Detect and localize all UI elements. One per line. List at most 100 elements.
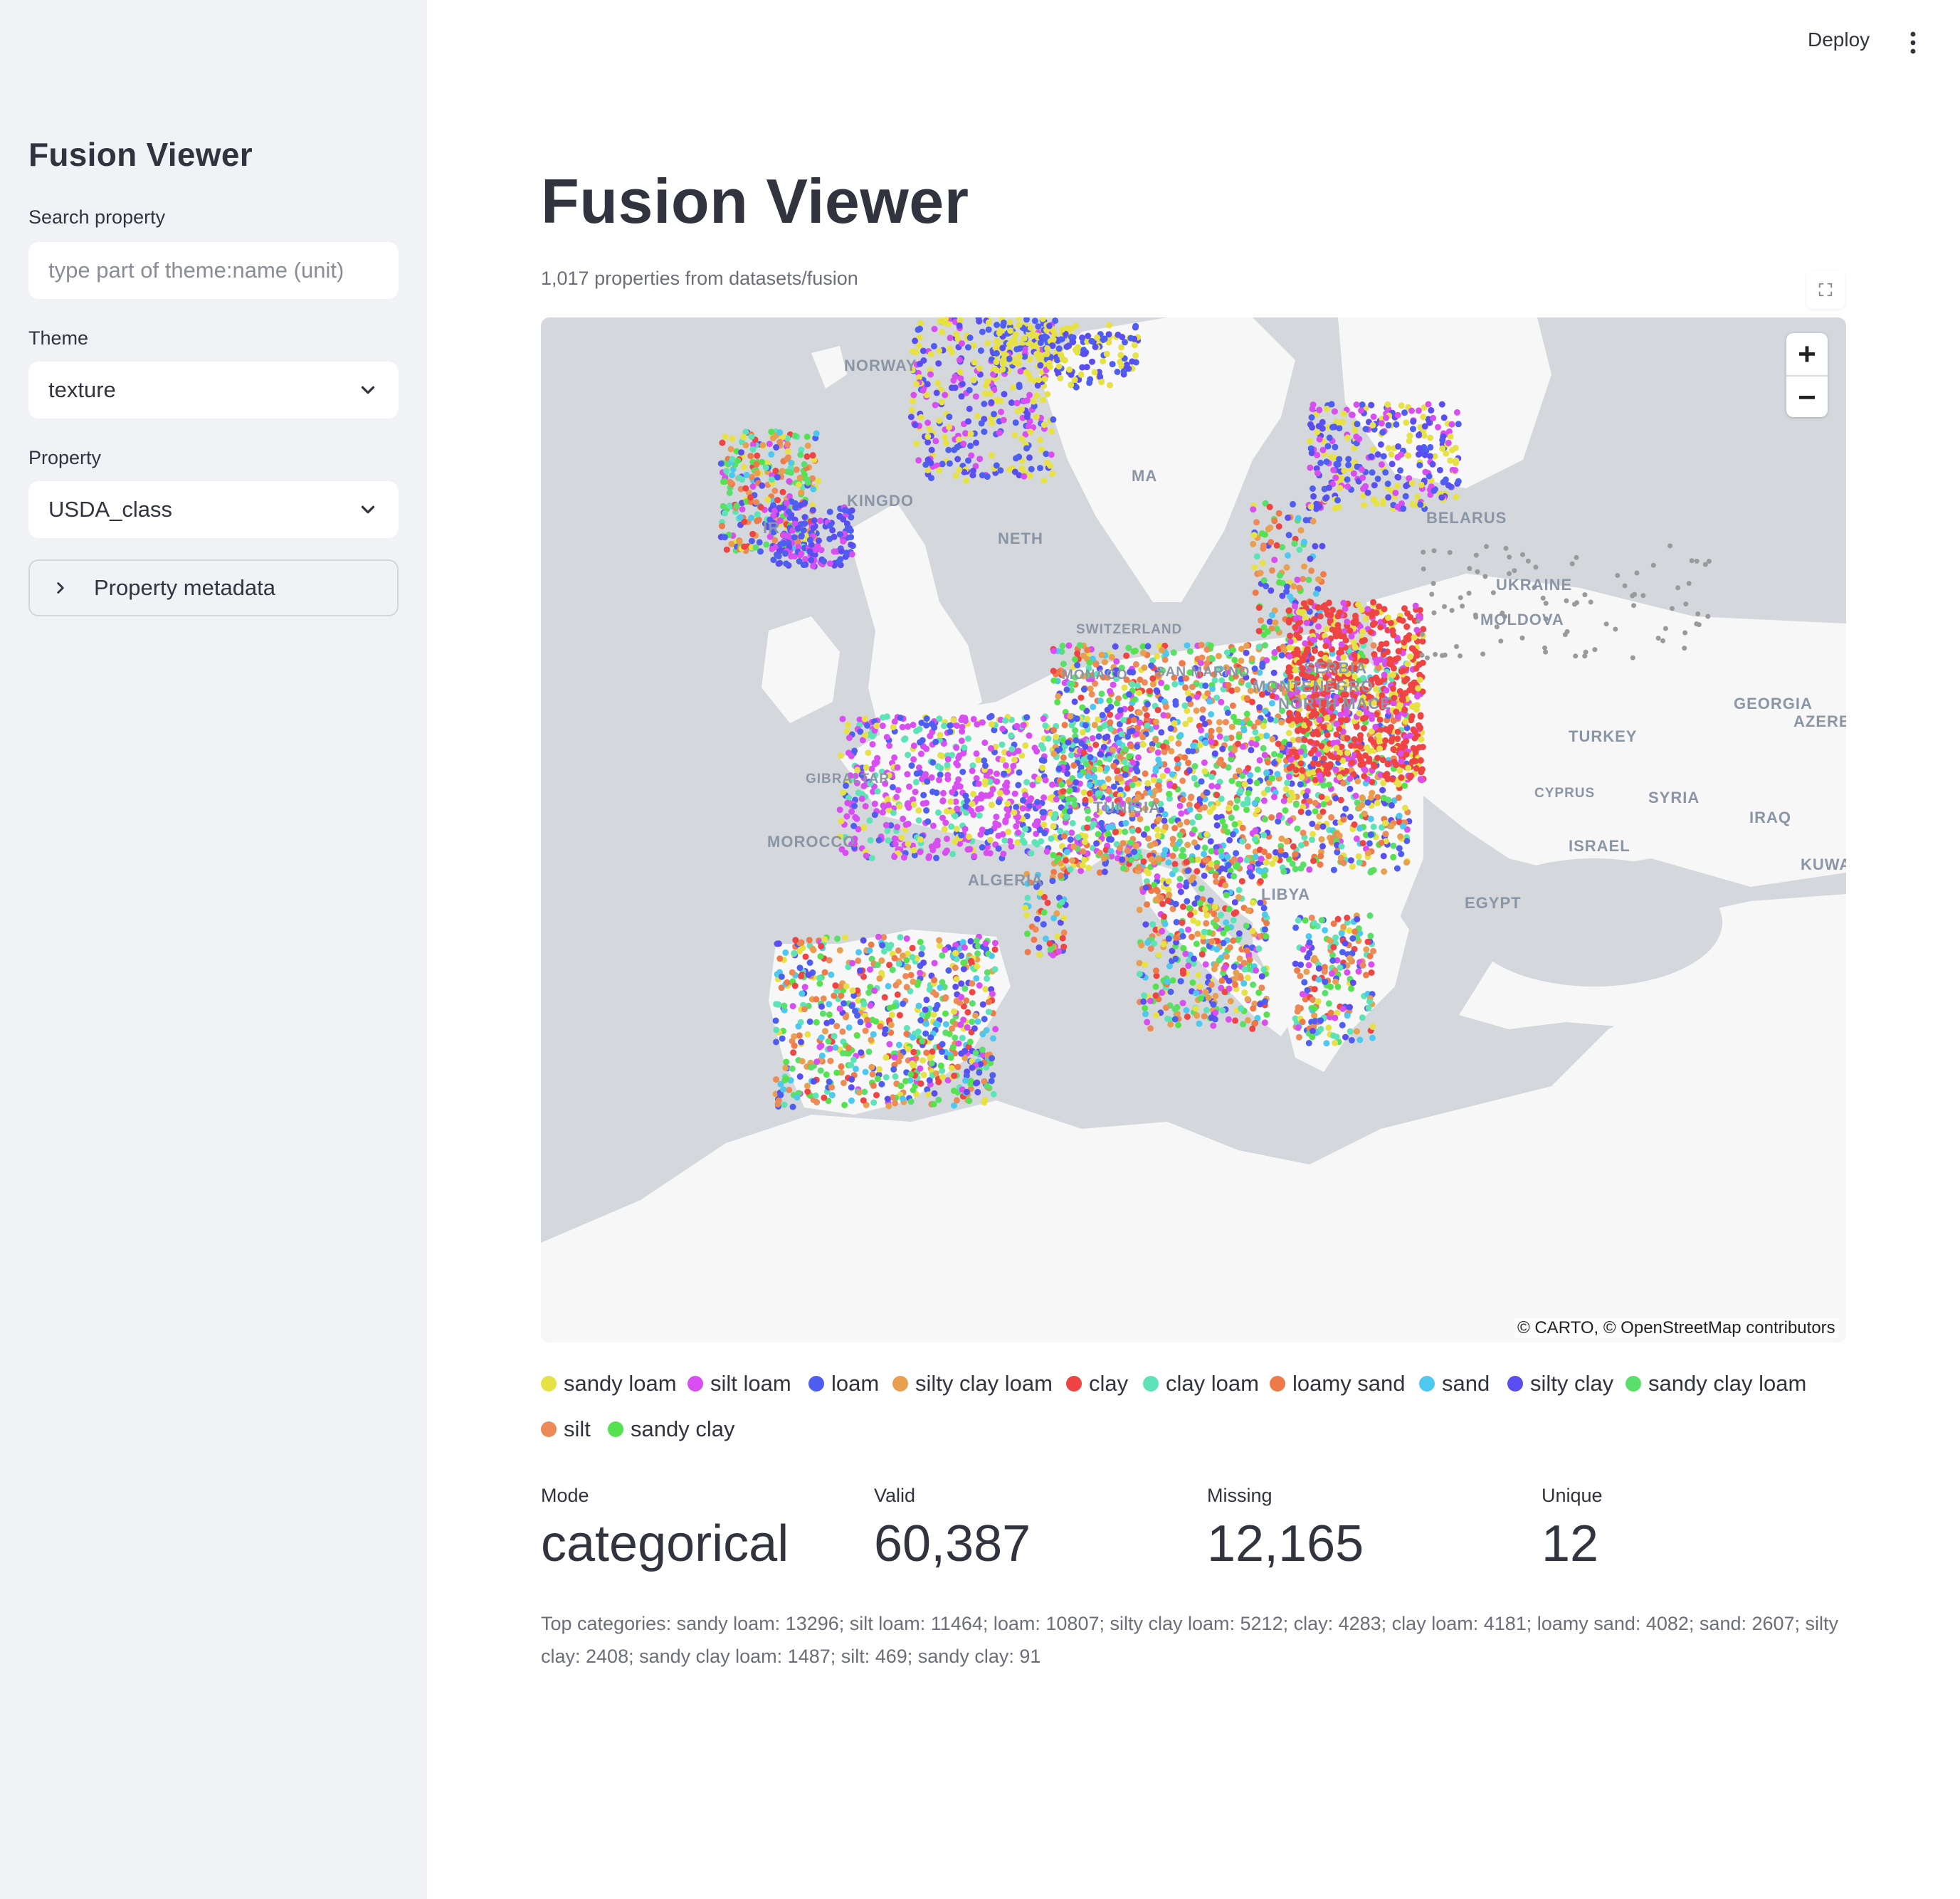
data-point — [905, 840, 912, 847]
data-point — [1347, 775, 1354, 782]
data-point — [1224, 853, 1231, 861]
data-point — [1228, 687, 1235, 694]
data-point — [927, 1034, 934, 1041]
data-point — [976, 1069, 983, 1076]
data-point — [1121, 684, 1128, 691]
data-point — [1112, 828, 1119, 836]
data-point — [910, 1048, 917, 1056]
data-point — [1228, 814, 1235, 821]
data-point — [781, 1101, 788, 1108]
data-point — [1287, 817, 1294, 824]
data-point — [1082, 722, 1089, 729]
data-point — [1194, 802, 1201, 809]
theme-select[interactable]: texture — [28, 362, 399, 419]
data-point — [965, 833, 972, 840]
data-point — [1283, 588, 1290, 595]
data-point — [788, 469, 794, 476]
data-point — [968, 452, 975, 459]
data-point — [956, 357, 963, 364]
data-point — [930, 1011, 937, 1019]
data-point — [894, 991, 901, 998]
data-point — [936, 417, 943, 424]
data-point — [1144, 722, 1151, 729]
data-point — [966, 405, 973, 412]
data-point — [1336, 419, 1343, 426]
data-point — [1252, 729, 1259, 736]
data-point — [976, 982, 983, 989]
data-point — [939, 1073, 946, 1080]
data-point — [1287, 638, 1294, 645]
data-point — [910, 847, 917, 853]
data-point — [1036, 377, 1043, 384]
data-point — [1428, 406, 1435, 414]
data-point — [1135, 826, 1142, 833]
data-point — [1366, 840, 1373, 847]
data-point — [1374, 451, 1381, 458]
property-metadata-expander[interactable]: Property metadata — [28, 559, 399, 616]
data-point — [792, 937, 799, 944]
data-point — [1063, 686, 1070, 693]
fullscreen-button[interactable] — [1806, 270, 1845, 309]
data-point — [775, 560, 782, 567]
data-point — [740, 463, 747, 470]
data-point — [1353, 835, 1360, 842]
data-point — [1085, 865, 1092, 871]
data-point — [1137, 719, 1144, 726]
data-point — [979, 472, 986, 479]
data-point — [1335, 504, 1342, 510]
data-point — [1255, 643, 1263, 651]
data-point — [1201, 804, 1208, 811]
data-point — [790, 1049, 797, 1056]
data-point — [1011, 790, 1018, 797]
data-point — [946, 414, 953, 421]
data-point — [1400, 505, 1407, 512]
data-point — [1143, 712, 1150, 719]
data-point — [1266, 619, 1273, 625]
data-point — [963, 478, 970, 484]
data-point — [855, 949, 862, 956]
deploy-button[interactable]: Deploy — [1808, 28, 1870, 51]
data-point — [1431, 487, 1438, 494]
data-point — [941, 433, 948, 441]
data-point — [1023, 714, 1031, 721]
data-point — [1050, 814, 1058, 821]
data-point — [1185, 747, 1192, 754]
data-point — [936, 937, 943, 944]
data-point — [1269, 611, 1275, 619]
data-point — [941, 722, 947, 730]
data-point — [1158, 729, 1165, 736]
data-point — [1063, 857, 1070, 864]
data-point — [1245, 682, 1252, 689]
data-point — [989, 452, 996, 459]
data-point — [1250, 506, 1257, 513]
data-point — [1319, 419, 1326, 426]
data-point — [1132, 775, 1139, 782]
map[interactable]: NORWAY BELARUS UKRAINE KINGDO NETH IR MA… — [541, 317, 1846, 1342]
data-point — [920, 387, 927, 394]
data-point — [934, 379, 942, 386]
data-point — [1245, 764, 1252, 772]
property-select[interactable]: USDA_class — [28, 481, 399, 538]
data-point — [894, 824, 901, 831]
data-point — [1016, 453, 1023, 461]
data-point — [933, 1070, 939, 1077]
data-point — [1265, 525, 1272, 532]
data-point — [919, 737, 926, 744]
data-point — [1071, 698, 1078, 705]
data-point — [1120, 368, 1127, 375]
main-menu-icon[interactable] — [1904, 28, 1922, 57]
data-point — [834, 935, 841, 942]
data-point — [1086, 659, 1093, 666]
data-point — [912, 789, 919, 796]
data-point — [1142, 770, 1149, 777]
data-point — [1074, 650, 1081, 657]
data-point — [1119, 840, 1127, 847]
data-point — [979, 1031, 986, 1038]
data-point — [1006, 355, 1013, 362]
data-point — [826, 1011, 833, 1018]
data-point — [991, 966, 999, 973]
data-point — [842, 934, 848, 941]
search-property-input[interactable] — [28, 242, 399, 299]
data-point — [1337, 711, 1344, 718]
data-point — [1208, 738, 1215, 745]
